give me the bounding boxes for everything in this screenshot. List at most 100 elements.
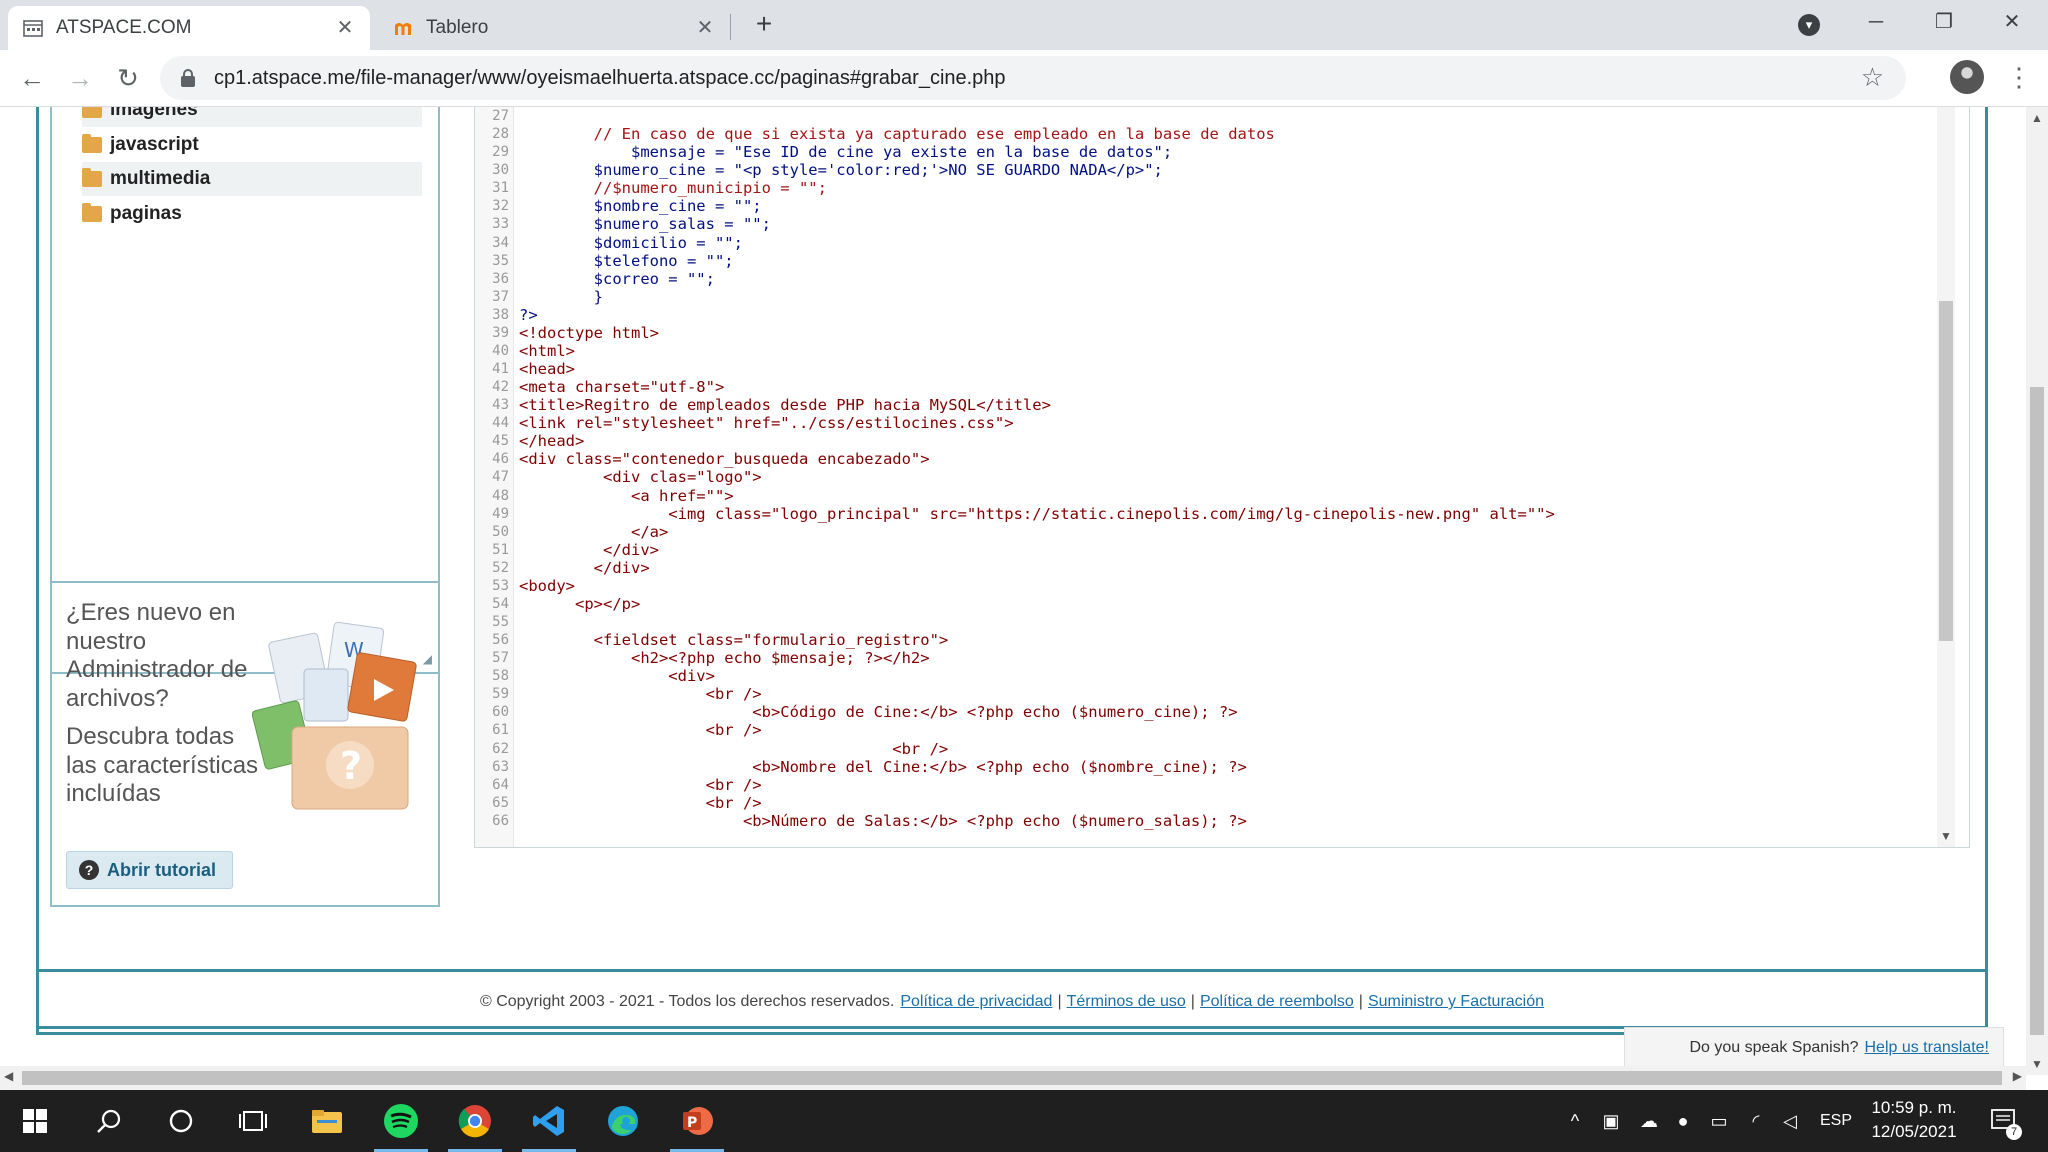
code-line[interactable]: <fieldset class="formulario_registro"> bbox=[519, 631, 949, 649]
code-line[interactable]: <br /> bbox=[519, 794, 762, 812]
chrome-icon[interactable] bbox=[440, 1090, 510, 1152]
code-line[interactable]: //$numero_municipio = ""; bbox=[519, 179, 827, 197]
windows-start-icon[interactable] bbox=[0, 1090, 70, 1152]
tab-search-icon[interactable]: ▾ bbox=[1798, 14, 1820, 36]
page-hscrollbar-thumb[interactable] bbox=[22, 1071, 2002, 1085]
privacy-policy-link[interactable]: Política de privacidad bbox=[900, 993, 1052, 1011]
code-line[interactable]: <br /> bbox=[519, 721, 762, 739]
minimize-button[interactable]: ─ bbox=[1846, 0, 1906, 44]
vscode-icon[interactable] bbox=[514, 1090, 584, 1152]
task-view-icon[interactable] bbox=[218, 1090, 288, 1152]
line-number: 27 bbox=[492, 108, 509, 125]
edge-icon[interactable] bbox=[588, 1090, 658, 1152]
cortana-icon[interactable] bbox=[146, 1090, 216, 1152]
menu-kebab-icon[interactable]: ⋮ bbox=[2006, 62, 2032, 92]
code-line[interactable]: </div> bbox=[519, 559, 650, 577]
code-line[interactable]: <br /> bbox=[519, 776, 762, 794]
page-scrollbar-thumb[interactable] bbox=[2030, 387, 2044, 1035]
scroll-down-arrow-icon[interactable]: ▼ bbox=[1937, 829, 1955, 843]
scroll-down-arrow-icon[interactable]: ▼ bbox=[2026, 1057, 2048, 1071]
scroll-right-arrow-icon[interactable]: ▶ bbox=[2013, 1069, 2022, 1083]
code-line[interactable]: <link rel="stylesheet" href="../css/esti… bbox=[519, 414, 1014, 432]
window-close-button[interactable]: ✕ bbox=[1982, 0, 2042, 44]
tray-chevron-up-icon[interactable]: ^ bbox=[1562, 1090, 1588, 1152]
close-icon[interactable]: ✕ bbox=[334, 17, 356, 39]
code-line[interactable]: } bbox=[519, 288, 603, 306]
folder-label: imagenes bbox=[110, 107, 198, 120]
language-indicator[interactable]: ESP bbox=[1814, 1090, 1858, 1152]
code-line[interactable]: <a href=""> bbox=[519, 487, 734, 505]
code-line[interactable]: <div clas="logo"> bbox=[519, 468, 762, 486]
code-line[interactable]: <body> bbox=[519, 577, 575, 595]
folder-item-multimedia[interactable]: multimedia bbox=[82, 162, 422, 196]
system-clock[interactable]: 10:59 p. m. 12/05/2021 bbox=[1866, 1096, 1962, 1144]
bookmark-star-icon[interactable]: ☆ bbox=[1861, 62, 1884, 93]
onedrive-cloud-icon[interactable]: ☁ bbox=[1634, 1090, 1664, 1152]
editor-scrollbar[interactable]: ▼ bbox=[1937, 107, 1955, 847]
billing-link[interactable]: Suministro y Facturación bbox=[1368, 993, 1544, 1011]
new-tab-button[interactable]: + bbox=[748, 8, 780, 40]
open-tutorial-button[interactable]: ? Abrir tutorial bbox=[66, 851, 234, 889]
meet-now-icon[interactable]: ▣ bbox=[1598, 1090, 1624, 1152]
file-explorer-icon[interactable] bbox=[292, 1090, 362, 1152]
line-number: 50 bbox=[492, 523, 509, 540]
code-line[interactable]: <p></p> bbox=[519, 595, 640, 613]
forward-arrow-icon[interactable]: → bbox=[60, 58, 100, 98]
code-line[interactable]: $domicilio = ""; bbox=[519, 234, 743, 252]
code-line[interactable]: $correo = ""; bbox=[519, 270, 715, 288]
code-line[interactable]: <div> bbox=[519, 667, 715, 685]
scroll-left-arrow-icon[interactable]: ◀ bbox=[4, 1069, 13, 1083]
folder-item-javascript[interactable]: javascript bbox=[82, 128, 422, 162]
code-line[interactable]: <title>Regitro de empleados desde PHP ha… bbox=[519, 396, 1051, 414]
code-line[interactable]: <html> bbox=[519, 342, 575, 360]
microphone-icon[interactable]: ● bbox=[1670, 1090, 1696, 1152]
code-line[interactable]: $numero_salas = ""; bbox=[519, 215, 771, 233]
code-line[interactable]: </div> bbox=[519, 541, 659, 559]
code-line[interactable]: <img class="logo_principal" src="https:/… bbox=[519, 505, 1555, 523]
wifi-icon[interactable]: ◜ bbox=[1742, 1090, 1770, 1152]
search-icon[interactable] bbox=[74, 1090, 144, 1152]
folder-item-imagenes[interactable]: imagenes bbox=[82, 107, 422, 127]
refund-policy-link[interactable]: Política de reembolso bbox=[1200, 993, 1354, 1011]
code-line[interactable]: <!doctype html> bbox=[519, 324, 659, 342]
code-line[interactable]: <br /> bbox=[519, 685, 762, 703]
code-line[interactable]: // En caso de que si exista ya capturado… bbox=[519, 125, 1275, 143]
spotify-icon[interactable] bbox=[366, 1090, 436, 1152]
code-line[interactable]: $numero_cine = "<p style='color:red;'>NO… bbox=[519, 161, 1163, 179]
code-line[interactable]: <b>Número de Salas:</b> <?php echo ($num… bbox=[519, 812, 1247, 830]
code-line[interactable]: </head> bbox=[519, 432, 584, 450]
code-line[interactable]: <h2><?php echo $mensaje; ?></h2> bbox=[519, 649, 930, 667]
profile-avatar[interactable] bbox=[1950, 60, 1984, 94]
tab-tablero[interactable]: Tablero ✕ bbox=[378, 6, 730, 50]
code-line[interactable]: <meta charset="utf-8"> bbox=[519, 378, 724, 396]
volume-icon[interactable]: ◁ bbox=[1776, 1090, 1804, 1152]
line-number: 34 bbox=[492, 234, 509, 251]
code-line[interactable]: $telefono = ""; bbox=[519, 252, 734, 270]
notifications-icon[interactable]: 7 bbox=[1984, 1090, 2024, 1152]
page-vertical-scrollbar[interactable]: ▲ ▼ bbox=[2026, 107, 2048, 1075]
address-bar[interactable]: cp1.atspace.me/file-manager/www/oyeismae… bbox=[160, 56, 1906, 100]
tab-atspace[interactable]: ATSPACE.COM ✕ bbox=[8, 6, 370, 50]
code-line[interactable]: <div class="contenedor_busqueda encabeza… bbox=[519, 450, 930, 468]
close-icon[interactable]: ✕ bbox=[694, 17, 716, 39]
battery-icon[interactable]: ▭ bbox=[1704, 1090, 1734, 1152]
scroll-up-arrow-icon[interactable]: ▲ bbox=[2026, 111, 2048, 125]
back-arrow-icon[interactable]: ← bbox=[12, 58, 52, 98]
code-editor[interactable]: 2627282930313233343536373839404142434445… bbox=[474, 107, 1970, 848]
code-line[interactable]: $nombre_cine = ""; bbox=[519, 197, 762, 215]
code-line[interactable]: </a> bbox=[519, 523, 668, 541]
powerpoint-icon[interactable]: P bbox=[662, 1090, 732, 1152]
code-line[interactable]: <br /> bbox=[519, 740, 948, 758]
code-line[interactable]: ?> bbox=[519, 306, 538, 324]
reload-icon[interactable]: ↻ bbox=[108, 58, 148, 98]
code-line[interactable]: <b>Nombre del Cine:</b> <?php echo ($nom… bbox=[519, 758, 1247, 776]
folder-item-paginas[interactable]: paginas bbox=[82, 197, 422, 231]
editor-scrollbar-thumb[interactable] bbox=[1939, 301, 1953, 641]
code-line[interactable]: <b>Código de Cine:</b> <?php echo ($nume… bbox=[519, 703, 1237, 721]
code-line[interactable]: <head> bbox=[519, 360, 575, 378]
help-translate-link[interactable]: Help us translate! bbox=[1864, 1039, 1989, 1057]
restore-button[interactable]: ❐ bbox=[1914, 0, 1974, 44]
code-line[interactable]: $mensaje = "Ese ID de cine ya existe en … bbox=[519, 143, 1172, 161]
page-horizontal-scrollbar[interactable]: ◀ ▶ bbox=[0, 1066, 2026, 1090]
terms-of-use-link[interactable]: Términos de uso bbox=[1067, 993, 1186, 1011]
